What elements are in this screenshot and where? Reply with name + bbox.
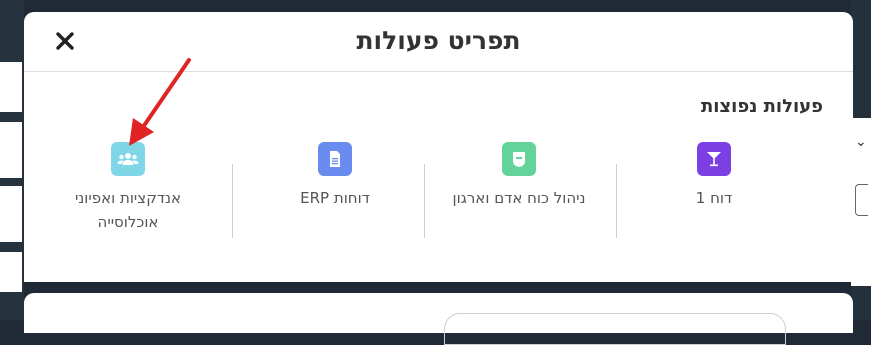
action-label: דוחות ERP — [300, 189, 370, 207]
background-left-strip — [0, 0, 24, 320]
action-erp-reports[interactable]: דוחות ERP — [245, 142, 425, 210]
divider — [232, 164, 233, 238]
background-tile — [0, 186, 22, 242]
badge-icon — [502, 142, 536, 176]
actions-menu-modal: תפריט פעולות פעולות נפוצות דוח 1 ניהול כ… — [24, 12, 853, 282]
action-label: ניהול כוח אדם וארגון — [452, 189, 586, 207]
modal-header: תפריט פעולות — [24, 12, 853, 72]
action-workforce-management[interactable]: ניהול כוח אדם וארגון — [429, 142, 609, 210]
divider — [616, 164, 617, 238]
background-tile — [0, 122, 22, 178]
lower-card — [24, 293, 853, 345]
document-icon — [318, 142, 352, 176]
action-indications-population[interactable]: אנדקציות ואפיוני אוכלוסייה — [38, 142, 218, 234]
background-tile — [0, 62, 22, 112]
action-report-1[interactable]: דוח 1 — [624, 142, 804, 210]
users-icon — [111, 142, 145, 176]
action-label: דוח 1 — [695, 189, 733, 207]
lower-input-field[interactable] — [444, 313, 786, 345]
action-label: אנדקציות ואפיוני אוכלוסייה — [74, 189, 182, 231]
modal-title: תפריט פעולות — [356, 26, 521, 55]
background-tile — [0, 252, 22, 292]
background-field — [855, 184, 868, 216]
chevron-down-icon: ⌄ — [855, 134, 867, 150]
section-title: פעולות נפוצות — [700, 96, 823, 117]
background-right-strip: ⌄ — [851, 0, 871, 320]
cocktail-glass-icon — [697, 142, 731, 176]
common-actions: דוח 1 ניהול כוח אדם וארגון דוחות ERP אנד… — [24, 142, 853, 282]
